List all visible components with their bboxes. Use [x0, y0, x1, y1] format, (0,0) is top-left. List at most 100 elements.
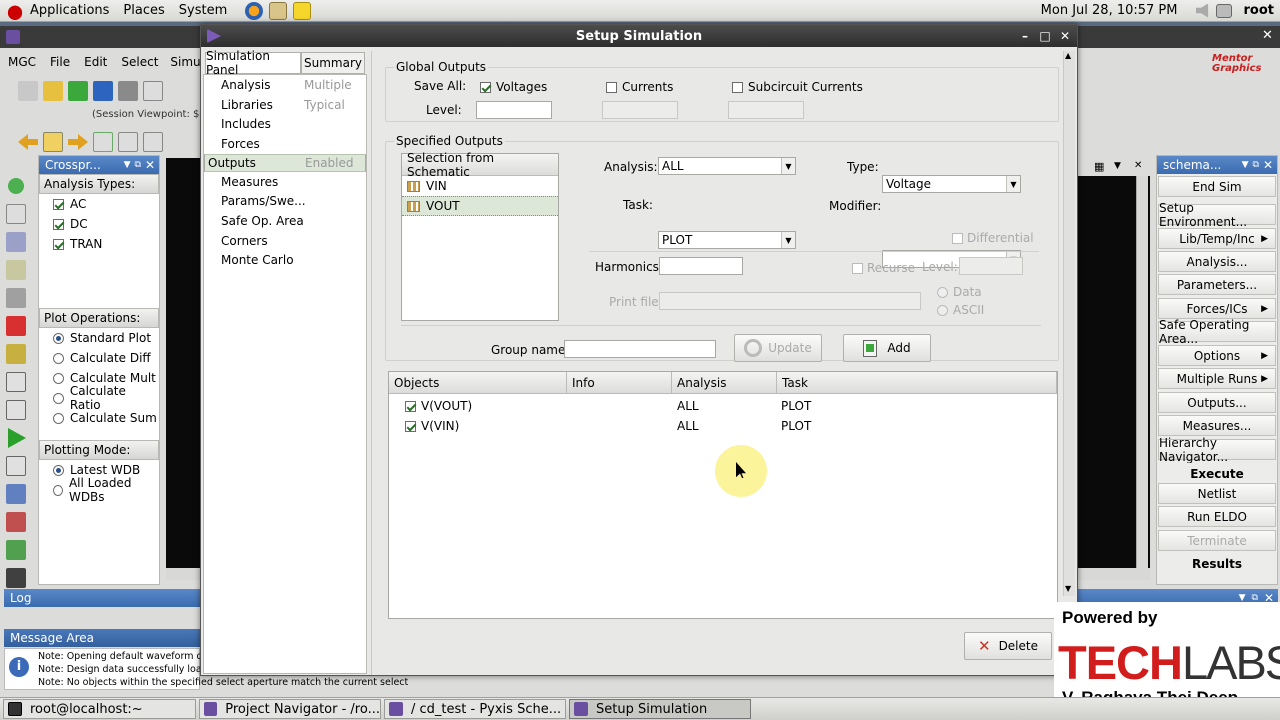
add-button[interactable]: Add [843, 334, 931, 362]
matrix-icon[interactable] [6, 540, 26, 560]
select-menu[interactable]: Select [121, 55, 158, 69]
table-row[interactable]: V(VIN) ALL PLOT [405, 416, 1045, 436]
chart-icon[interactable] [6, 484, 26, 504]
schematic-canvas[interactable] [166, 158, 202, 568]
nav-item[interactable]: Outputs Enabled [204, 153, 366, 172]
globe-icon[interactable] [6, 176, 26, 196]
side-button[interactable]: Parameters... [1158, 274, 1276, 295]
analysis-type-tran[interactable]: TRAN [53, 234, 159, 254]
document-icon[interactable] [6, 372, 26, 392]
side-button[interactable]: Multiple Runs ▶ [1158, 368, 1276, 389]
clock[interactable]: Mon Jul 28, 10:57 PM [1041, 3, 1178, 18]
system-menu[interactable]: System [179, 3, 227, 18]
subcircuit-currents-checkbox[interactable]: Subcircuit Currents [732, 80, 863, 94]
pyxis-close-icon[interactable]: ✕ [1262, 28, 1273, 43]
nav-item[interactable]: Libraries Typical [204, 95, 366, 115]
tab-summary[interactable]: Summary [301, 52, 365, 74]
new-icon[interactable] [18, 81, 38, 101]
harmonics-input[interactable] [659, 257, 743, 275]
layout-menu-icon[interactable]: ▼ [1114, 161, 1121, 171]
select-tool-icon[interactable] [93, 132, 113, 152]
edit-menu[interactable]: Edit [84, 55, 107, 69]
panel-menu-icon[interactable]: ▼ [124, 160, 131, 170]
scroll-down-icon[interactable]: ▼ [1065, 584, 1071, 593]
left-canvas-hscrollbar[interactable] [166, 568, 202, 580]
canvas-scrollbar[interactable] [1136, 176, 1148, 568]
back-arrow-icon[interactable] [18, 134, 38, 150]
column-header-info[interactable]: Info [567, 372, 672, 394]
print-icon[interactable] [118, 81, 138, 101]
side-button[interactable]: Hierarchy Navigator... [1158, 436, 1276, 464]
taskbar-terminal[interactable]: root@localhost:~ [3, 699, 196, 719]
email-icon[interactable] [269, 1, 288, 20]
table-icon[interactable] [6, 456, 26, 476]
table-row[interactable]: V(VOUT) ALL PLOT [405, 396, 1045, 416]
taskbar-setup-simulation[interactable]: Setup Simulation [569, 699, 751, 719]
analysis-type-dc[interactable]: DC [53, 214, 159, 234]
nav-item[interactable]: Safe Op. Area [204, 211, 366, 231]
redhat-logo-icon[interactable] [6, 1, 24, 20]
side-button[interactable]: Forces/ICs ▶ [1158, 298, 1276, 319]
column-header-task[interactable]: Task [777, 372, 1057, 394]
firefox-icon[interactable] [245, 1, 264, 20]
side-button[interactable]: Outputs... [1158, 392, 1276, 413]
grid-icon[interactable] [6, 400, 26, 420]
column-header-objects[interactable]: Objects [389, 372, 567, 394]
nav-item[interactable]: Includes [204, 114, 366, 134]
network-icon[interactable] [1215, 3, 1232, 18]
nav-item[interactable]: Corners [204, 231, 366, 251]
nav-item[interactable]: Measures [204, 172, 366, 192]
open-folder-icon[interactable] [43, 81, 63, 101]
nav-item[interactable]: Forces [204, 134, 366, 154]
selection-item-vin[interactable]: VIN [402, 176, 558, 196]
canvas-close-icon[interactable]: ✕ [1134, 160, 1142, 171]
layout-icon[interactable]: ▦ [1094, 160, 1104, 173]
side-button[interactable]: Run ELDO [1158, 506, 1276, 527]
currents-checkbox[interactable]: Currents [606, 80, 673, 94]
panel-float-icon[interactable]: ⧉ [1253, 160, 1259, 170]
zoom-icon[interactable] [143, 81, 163, 101]
notes-icon[interactable] [293, 1, 312, 20]
global-level-input[interactable] [476, 101, 552, 119]
checkbox-icon[interactable] [405, 400, 416, 412]
list-icon[interactable] [43, 132, 63, 152]
analysis-select[interactable]: ALL ▼ [658, 157, 796, 175]
task-select[interactable]: PLOT ▼ [658, 231, 796, 249]
side-button[interactable]: Measures... [1158, 415, 1276, 436]
panel-float-icon[interactable]: ⧉ [135, 160, 141, 170]
probe-icon[interactable] [6, 232, 26, 252]
check-icon[interactable] [68, 81, 88, 101]
side-button[interactable]: Safe Operating Area... [1158, 318, 1276, 346]
dialog-scrollbar[interactable]: ▲ ▼ [1063, 51, 1075, 596]
minimize-icon[interactable]: – [1017, 28, 1033, 44]
mgc-menu[interactable]: MGC [8, 55, 36, 69]
netlist-icon[interactable] [6, 260, 26, 280]
analysis-type-ac[interactable]: AC [53, 194, 159, 214]
nav-item[interactable]: Params/Swe... [204, 191, 366, 211]
plot-op-diff[interactable]: Calculate Diff [53, 348, 159, 368]
side-button[interactable]: End Sim [1158, 176, 1276, 197]
glasses-icon[interactable] [6, 568, 26, 588]
close-icon[interactable]: ✕ [1057, 28, 1073, 44]
checkbox-icon[interactable] [405, 420, 416, 432]
taskbar-project-navigator[interactable]: Project Navigator - /ro... [199, 699, 381, 719]
probe-tool-icon[interactable] [118, 132, 138, 152]
taskbar-pyxis-schematic[interactable]: / cd_test - Pyxis Sche... [384, 699, 566, 719]
group-name-input[interactable] [564, 340, 716, 358]
side-button[interactable]: Setup Environment... [1158, 201, 1276, 229]
volume-icon[interactable] [1195, 3, 1209, 18]
run-icon[interactable] [8, 428, 26, 448]
panel-close-icon[interactable]: ✕ [1263, 158, 1273, 172]
hierarchy-tool-icon[interactable] [143, 132, 163, 152]
side-button[interactable]: Terminate [1158, 530, 1276, 551]
wave-icon[interactable] [6, 512, 26, 532]
forward-arrow-icon[interactable] [68, 134, 88, 150]
save-icon[interactable] [93, 81, 113, 101]
nav-item[interactable]: Analysis Multiple [204, 75, 366, 95]
scroll-up-icon[interactable]: ▲ [1065, 51, 1071, 60]
file-menu[interactable]: File [50, 55, 70, 69]
voltages-checkbox[interactable]: Voltages [480, 80, 547, 94]
canvas-hscrollbar[interactable] [1078, 568, 1150, 580]
side-button[interactable]: Options ▶ [1158, 345, 1276, 366]
plot-op-standard[interactable]: Standard Plot [53, 328, 159, 348]
